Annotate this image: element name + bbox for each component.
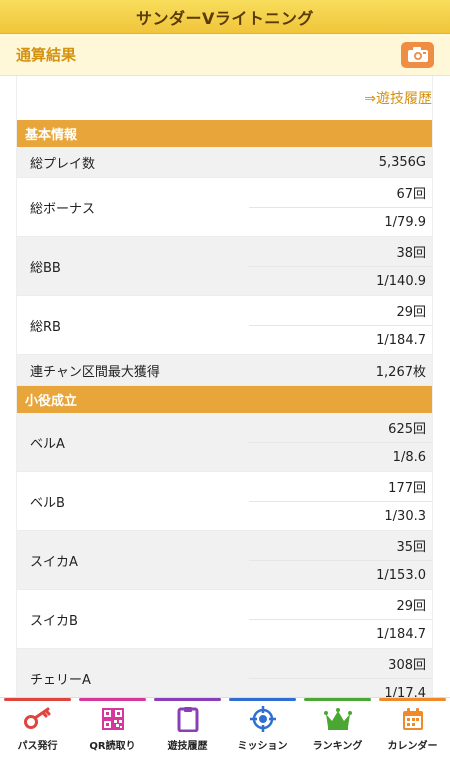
results-content: ⇒遊技履歴 基本情報 総プレイ数 5,356G 総ボーナス 67回 1/79.9… <box>0 76 450 697</box>
row-label: 連チャン区間最大獲得 <box>30 364 160 380</box>
suika-a-row: スイカA 35回 1/153.0 <box>17 531 432 590</box>
row-rate: 1/184.7 <box>249 619 432 648</box>
tab-accent-bar <box>229 698 296 701</box>
history-link[interactable]: ⇒遊技履歴 <box>364 88 432 108</box>
tab-ranking[interactable]: ランキング <box>300 698 375 757</box>
row-count: 308回 <box>388 658 426 673</box>
tab-label: ミッション <box>237 741 288 752</box>
tab-label: パス発行 <box>17 741 58 752</box>
row-rate: 1/30.3 <box>249 501 432 530</box>
row-label: 総BB <box>30 260 61 276</box>
small-roles-header: 小役成立 <box>17 386 432 413</box>
tab-accent-bar <box>4 698 71 701</box>
camera-button[interactable] <box>401 41 434 68</box>
clipboard-icon <box>173 706 203 732</box>
bell-b-row: ベルB 177回 1/30.3 <box>17 472 432 531</box>
row-count: 625回 <box>388 422 426 437</box>
key-icon <box>23 706 53 732</box>
row-count: 177回 <box>388 481 426 496</box>
row-label: 総RB <box>30 319 61 335</box>
tab-accent-bar <box>79 698 146 701</box>
basic-info-header: 基本情報 <box>17 120 432 147</box>
row-label: 総プレイ数 <box>30 156 96 172</box>
camera-icon <box>407 47 428 62</box>
row-label: スイカB <box>30 613 78 629</box>
tab-play-history[interactable]: 遊技履歴 <box>150 698 225 757</box>
total-play-row: 総プレイ数 5,356G <box>17 147 432 178</box>
tab-calendar[interactable]: カレンダー <box>375 698 450 757</box>
tab-label: カレンダー <box>387 741 438 752</box>
page-title: サンダーVライトニング <box>136 8 314 28</box>
tab-accent-bar <box>379 698 446 701</box>
row-rate: 1/17.4 <box>249 678 432 697</box>
total-bonus-row: 総ボーナス 67回 1/79.9 <box>17 178 432 237</box>
tab-accent-bar <box>304 698 371 701</box>
row-count: 67回 <box>396 187 426 202</box>
section-header: 通算結果 <box>0 34 450 76</box>
bottom-tab-bar: パス発行 QR読取り 遊技履歴 ミッション ランキング カレンダー <box>0 697 450 757</box>
row-label: 総ボーナス <box>30 201 96 217</box>
tab-label: QR読取り <box>89 741 136 752</box>
max-chain-row: 連チャン区間最大獲得 1,267枚 <box>17 355 432 386</box>
tab-qr-read[interactable]: QR読取り <box>75 698 150 757</box>
row-rate: 1/184.7 <box>249 325 432 354</box>
history-row: ⇒遊技履歴 <box>17 76 432 120</box>
total-rb-row: 総RB 29回 1/184.7 <box>17 296 432 355</box>
row-label: スイカA <box>30 554 78 570</box>
row-rate: 1/79.9 <box>249 207 432 236</box>
tab-mission[interactable]: ミッション <box>225 698 300 757</box>
row-label: ベルB <box>30 495 65 511</box>
crown-icon <box>323 706 353 732</box>
row-count: 29回 <box>396 599 426 614</box>
title-bar: サンダーVライトニング <box>0 0 450 34</box>
row-label: チェリーA <box>30 672 91 688</box>
row-value: 5,356G <box>378 154 426 170</box>
row-value: 1,267枚 <box>375 364 426 380</box>
row-rate: 1/153.0 <box>249 560 432 589</box>
row-count: 35回 <box>396 540 426 555</box>
row-rate: 1/140.9 <box>249 266 432 295</box>
bell-a-row: ベルA 625回 1/8.6 <box>17 413 432 472</box>
tab-accent-bar <box>154 698 221 701</box>
row-rate: 1/8.6 <box>249 442 432 471</box>
calendar-icon <box>398 706 428 732</box>
results-panel: ⇒遊技履歴 基本情報 総プレイ数 5,356G 総ボーナス 67回 1/79.9… <box>16 76 433 697</box>
row-count: 38回 <box>396 246 426 261</box>
suika-b-row: スイカB 29回 1/184.7 <box>17 590 432 649</box>
row-label: ベルA <box>30 436 65 452</box>
target-icon <box>248 706 278 732</box>
total-bb-row: 総BB 38回 1/140.9 <box>17 237 432 296</box>
cherry-a-row: チェリーA 308回 1/17.4 <box>17 649 432 697</box>
section-title: 通算結果 <box>16 46 77 64</box>
app: サンダーVライトニング 通算結果 ⇒遊技履歴 基本情報 総プレイ数 5,356G <box>0 0 450 757</box>
tab-label: 遊技履歴 <box>167 741 208 752</box>
row-count: 29回 <box>396 305 426 320</box>
tab-label: ランキング <box>312 741 363 752</box>
tab-pass-issue[interactable]: パス発行 <box>0 698 75 757</box>
qr-code-icon <box>98 706 128 732</box>
